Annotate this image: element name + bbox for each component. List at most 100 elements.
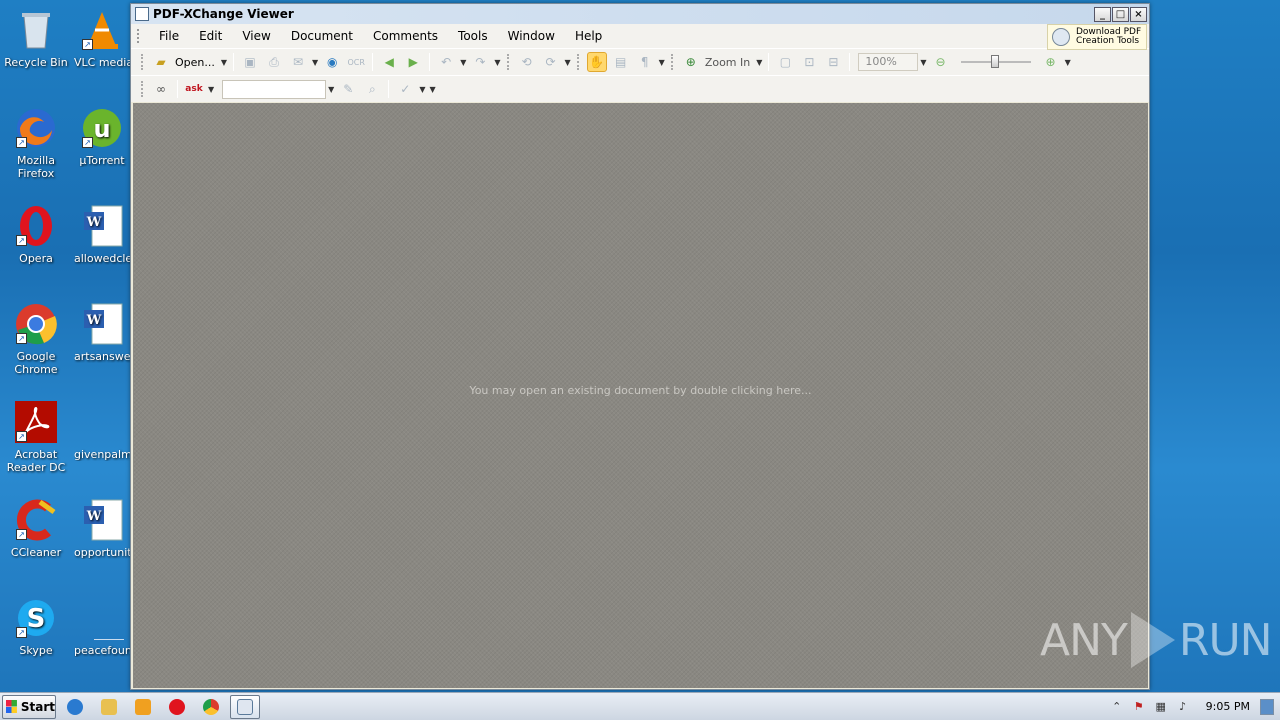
chevron-up-icon[interactable]: ⌃: [1109, 699, 1125, 715]
chevron-down-icon[interactable]: ▼: [221, 58, 227, 67]
toolbar-grip[interactable]: [137, 29, 141, 43]
desktop-icon-label: peacefoun: [74, 644, 130, 657]
open-button-label[interactable]: Open...: [175, 56, 215, 69]
volume-icon[interactable]: ♪: [1175, 699, 1191, 715]
toolbar-grip[interactable]: [506, 54, 511, 70]
chevron-down-icon[interactable]: ▼: [419, 85, 425, 94]
desktop-icon-doc-opportunit[interactable]: W opportunit: [74, 498, 130, 559]
redo-icon[interactable]: ↷: [470, 52, 490, 72]
chevron-down-icon[interactable]: ▼: [429, 85, 435, 94]
vlc-icon: ↗: [80, 8, 124, 52]
desktop-icon-recycle-bin[interactable]: Recycle Bin: [0, 8, 72, 69]
taskbar-pdf-xchange[interactable]: [230, 694, 260, 719]
zoom-in-label[interactable]: Zoom In: [705, 56, 750, 69]
desktop-icon-firefox[interactable]: ↗ Mozilla Firefox: [0, 106, 72, 180]
zoom-slider[interactable]: [960, 52, 1031, 72]
select-text-icon[interactable]: ¶: [635, 52, 655, 72]
title-bar[interactable]: PDF-XChange Viewer _ □ ×: [131, 4, 1149, 24]
desktop-icon-utorrent[interactable]: u ↗ µTorrent: [74, 106, 130, 167]
show-desktop-button[interactable]: [1260, 698, 1274, 715]
slider-thumb[interactable]: [990, 55, 999, 68]
taskbar-opera[interactable]: [162, 695, 192, 719]
desktop-icon-doc-artsanswer[interactable]: W artsanswer: [74, 302, 130, 363]
chevron-down-icon[interactable]: ▼: [659, 58, 665, 67]
menu-window[interactable]: Window: [498, 29, 565, 43]
taskbar-ie[interactable]: [60, 695, 90, 719]
chevron-down-icon[interactable]: ▼: [494, 58, 500, 67]
print-icon[interactable]: ⎙: [264, 52, 284, 72]
clock[interactable]: 9:05 PM: [1206, 700, 1250, 713]
chevron-down-icon[interactable]: ▼: [565, 58, 571, 67]
menu-help[interactable]: Help: [565, 29, 612, 43]
open-folder-icon[interactable]: ▰: [151, 52, 171, 72]
ask-icon[interactable]: ask: [184, 79, 204, 99]
zoom-in-small-icon[interactable]: ⊕: [1041, 52, 1061, 72]
taskbar: Start ⌃ ⚑ ▦ ♪ 9:05 PM: [0, 692, 1280, 720]
menu-tools[interactable]: Tools: [448, 29, 498, 43]
snapshot-icon[interactable]: ▤: [611, 52, 631, 72]
rotate-left-icon[interactable]: ⟲: [517, 52, 537, 72]
minimize-button[interactable]: _: [1094, 6, 1111, 22]
rotate-right-icon[interactable]: ⟳: [541, 52, 561, 72]
desktop-icon-acrobat[interactable]: ↗ Acrobat Reader DC: [0, 400, 72, 474]
chevron-down-icon[interactable]: ▼: [460, 58, 466, 67]
acrobat-reader-icon: ↗: [14, 400, 58, 444]
chevron-down-icon[interactable]: ▼: [1065, 58, 1071, 67]
zoom-out-icon[interactable]: ⊖: [931, 52, 951, 72]
toolbar-grip[interactable]: [576, 54, 581, 70]
email-icon[interactable]: ✉: [288, 52, 308, 72]
document-area[interactable]: You may open an existing document by dou…: [133, 103, 1148, 688]
chevron-down-icon[interactable]: ▼: [312, 58, 318, 67]
hand-tool-icon[interactable]: ✋: [586, 52, 607, 72]
forward-icon[interactable]: ▶: [403, 52, 423, 72]
shortcut-arrow-icon: ↗: [16, 529, 27, 540]
zoom-level-combo[interactable]: 100%: [858, 53, 919, 71]
maximize-button[interactable]: □: [1112, 6, 1129, 22]
action-center-icon[interactable]: ⚑: [1131, 699, 1147, 715]
menu-file[interactable]: File: [149, 29, 189, 43]
desktop-icon-givenpalm[interactable]: givenpalm.: [74, 400, 130, 461]
menu-edit[interactable]: Edit: [189, 29, 232, 43]
download-pdf-tools-ad[interactable]: Download PDF Creation Tools: [1047, 24, 1147, 50]
desktop-icon-ccleaner[interactable]: ↗ CCleaner: [0, 498, 72, 559]
chevron-down-icon[interactable]: ▼: [920, 58, 926, 67]
desktop-icon-peacefoun[interactable]: peacefoun: [74, 596, 130, 657]
chevron-down-icon[interactable]: ▼: [208, 85, 214, 94]
desktop-icon-opera[interactable]: ↗ Opera: [0, 204, 72, 265]
desktop-icon-vlc[interactable]: ↗ VLC media player: [74, 8, 130, 69]
toolbar-grip[interactable]: [670, 54, 675, 70]
taskbar-media-player[interactable]: [128, 695, 158, 719]
scan-icon[interactable]: ◉: [322, 52, 342, 72]
undo-icon[interactable]: ↶: [436, 52, 456, 72]
find-icon[interactable]: ⌕: [362, 79, 382, 99]
menu-view[interactable]: View: [232, 29, 280, 43]
binoculars-icon[interactable]: ∞: [151, 79, 171, 99]
toolbar-grip[interactable]: [141, 54, 145, 70]
network-icon[interactable]: ▦: [1153, 699, 1169, 715]
highlight-icon[interactable]: ✎: [338, 79, 358, 99]
save-icon[interactable]: ▣: [240, 52, 260, 72]
desktop-icon-chrome[interactable]: ↗ Google Chrome: [0, 302, 72, 376]
desktop-icon-skype[interactable]: S ↗ Skype: [0, 596, 72, 657]
svg-text:W: W: [86, 215, 102, 230]
desktop-icon-doc-allowedclea[interactable]: W allowedclea: [74, 204, 130, 265]
fit-page-icon[interactable]: ⊡: [799, 52, 819, 72]
chevron-down-icon[interactable]: ▼: [756, 58, 762, 67]
search-combo-input[interactable]: [222, 79, 327, 99]
menu-comments[interactable]: Comments: [363, 29, 448, 43]
ocr-button[interactable]: OCR: [346, 52, 366, 72]
desktop-icon-label: Google Chrome: [14, 350, 58, 376]
start-button[interactable]: Start: [2, 694, 56, 719]
zoom-in-icon[interactable]: ⊕: [681, 52, 701, 72]
taskbar-chrome[interactable]: [196, 695, 226, 719]
actual-size-icon[interactable]: ▢: [775, 52, 795, 72]
taskbar-explorer[interactable]: [94, 695, 124, 719]
chevron-down-icon[interactable]: ▼: [328, 85, 334, 94]
back-icon[interactable]: ◀: [379, 52, 399, 72]
svg-text:W: W: [86, 313, 102, 328]
close-button[interactable]: ×: [1130, 6, 1147, 22]
toolbar-grip[interactable]: [141, 81, 145, 97]
menu-document[interactable]: Document: [281, 29, 363, 43]
fit-width-icon[interactable]: ⊟: [823, 52, 843, 72]
stamp-icon[interactable]: ✓: [395, 79, 415, 99]
